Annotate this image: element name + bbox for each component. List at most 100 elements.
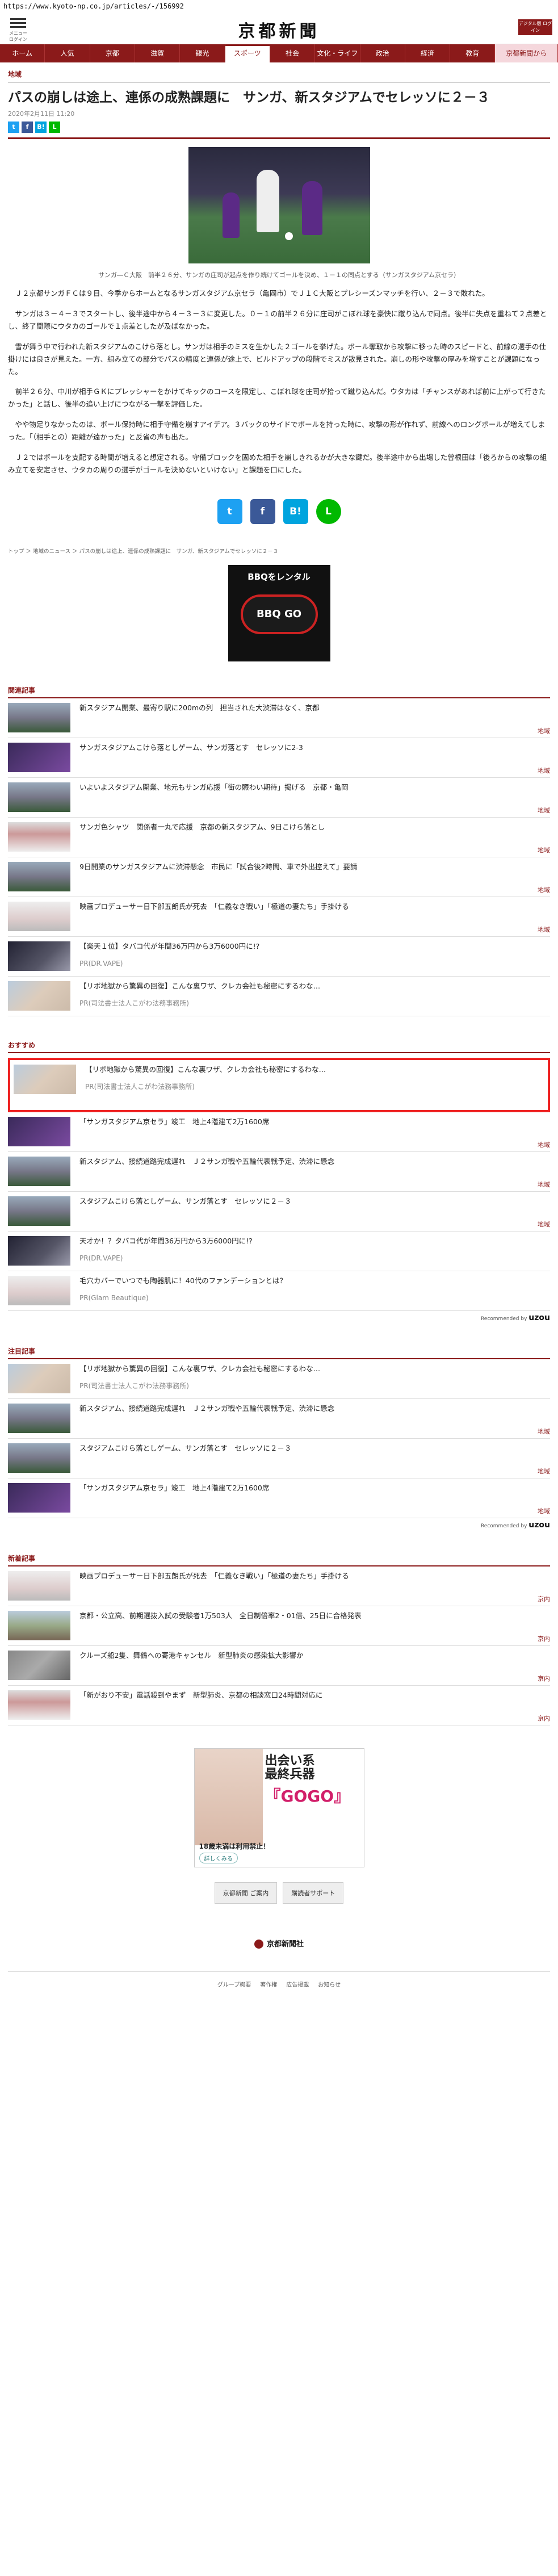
footer-buttons: 京都新聞 ご案内 購読者サポート [8, 1882, 550, 1904]
site-logo[interactable]: 京都新聞 [0, 17, 558, 42]
list-item[interactable]: 京都・公立高、前期選抜入試の受験者1万503人 全日制倍率2・01倍、25日に合… [8, 1606, 550, 1646]
list-item[interactable]: 「サンガスタジアム京セラ」竣工 地上4階建て2万1600席 地域 [8, 1112, 550, 1152]
list-item[interactable]: 【リボ地獄から驚異の回復】こんな裏ワザ、クレカ会社も秘密にするわな… PR(司法書… [8, 1057, 550, 1112]
list-item-text: 9日開業のサンガスタジアムに渋滞懸念 市民に「試合後2時間、車で外出控えて」要請 [70, 862, 550, 892]
category-tag[interactable]: 地域 [538, 1467, 550, 1476]
support-button[interactable]: 購読者サポート [283, 1882, 344, 1904]
facebook-share-icon[interactable]: f [250, 499, 275, 524]
category-tag[interactable]: 地域 [538, 726, 550, 735]
list-item[interactable]: 「サンガスタジアム京セラ」竣工 地上4階建て2万1600席 地域 [8, 1478, 550, 1518]
uzou-logo[interactable]: uzou [528, 1521, 550, 1530]
list-item[interactable]: 天才か！？タバコ代が年間36万円から3万6000円に!? PR(DR.VAPE) [8, 1232, 550, 1271]
list-item-text: 「新がおり不安」電話殺到やまず 新型肺炎、京都の相談窓口24時間対応に [70, 1690, 550, 1720]
pr-label: PR(Glam Beautique) [79, 1294, 149, 1302]
category-tag[interactable]: 京内 [538, 1634, 550, 1643]
nav-item[interactable]: 観光 [180, 44, 225, 62]
list-item-title: 【リボ地獄から驚異の回復】こんな裏ワザ、クレカ会社も秘密にするわな… [79, 1364, 321, 1373]
uzou-logo[interactable]: uzou [528, 1313, 550, 1322]
nav-item[interactable]: 京都新聞から [495, 44, 558, 62]
list-item[interactable]: 映画プロデューサー日下部五朗氏が死去 「仁義なき戦い」「極道の妻たち」手掛ける地… [8, 897, 550, 937]
list-item[interactable]: 新スタジアム、接続道路完成遅れ Ｊ２サンガ戦や五輪代表戦予定、渋滞に懸念 地域 [8, 1152, 550, 1192]
nav-item[interactable]: 政治 [360, 44, 405, 62]
pr-label: PR(司法書士法人こがわ法務事務所) [85, 1083, 195, 1091]
article-thumbnail [8, 901, 70, 931]
list-item[interactable]: 映画プロデューサー日下部五朗氏が死去 「仁義なき戦い」「極道の妻たち」手掛ける京… [8, 1566, 550, 1606]
ad-banner-gogo[interactable]: 出会い系 最終兵器 『GOGO』 18歳未満は利用禁止！ 詳しくみる [194, 1748, 364, 1867]
article-photo[interactable] [188, 147, 370, 264]
category-tag[interactable]: 地域 [538, 1180, 550, 1189]
hatena-share-icon[interactable]: B! [35, 122, 47, 133]
footer-links: グループ概要 著作権 広告掲載 お知らせ [8, 1971, 550, 2005]
list-item-text: 新スタジアム、接続道路完成遅れ Ｊ２サンガ戦や五輪代表戦予定、渋滞に懸念 [70, 1404, 550, 1434]
related-heading: 関連記事 [8, 685, 550, 698]
category-tag[interactable]: 地域 [538, 925, 550, 934]
list-item[interactable]: 「新がおり不安」電話殺到やまず 新型肺炎、京都の相談窓口24時間対応に 京内 [8, 1686, 550, 1725]
list-item-title: いよいよスタジアム開業、地元もサンガ応援「街の賑わい期待」掲げる 京都・亀岡 [79, 782, 349, 791]
category-tag[interactable]: 地域 [538, 1140, 550, 1149]
digital-login-button[interactable]: デジタル版 ログイン [518, 19, 552, 35]
hatena-share-icon[interactable]: B! [283, 499, 308, 524]
category-tag[interactable]: 京内 [538, 1594, 550, 1603]
line-share-icon[interactable]: L [316, 499, 341, 524]
category-tag[interactable]: 地域 [538, 885, 550, 894]
footer-link[interactable]: 広告掲載 [286, 1980, 309, 2005]
list-item[interactable]: 【リボ地獄から驚異の回復】こんな裏ワザ、クレカ会社も秘密にするわな… PR(司法書… [8, 977, 550, 1016]
category-tag[interactable]: 京内 [538, 1714, 550, 1723]
category-tag[interactable]: 地域 [538, 806, 550, 815]
nav-item[interactable]: 経済 [405, 44, 451, 62]
list-item-title: 【リボ地獄から驚異の回復】こんな裏ワザ、クレカ会社も秘密にするわな… [85, 1065, 326, 1074]
twitter-share-icon[interactable]: t [217, 499, 242, 524]
nav-item[interactable]: 京都 [90, 44, 135, 62]
article-thumbnail [8, 861, 70, 891]
nav-item[interactable]: 人気 [45, 44, 90, 62]
list-item-text: 毛穴カバーでいつでも陶器肌に！40代のファンデーションとは？ PR(Glam Be… [70, 1276, 550, 1306]
line-share-icon[interactable]: L [49, 122, 60, 133]
category-tag[interactable]: 京内 [538, 1674, 550, 1683]
ad-detail-button[interactable]: 詳しくみる [199, 1852, 238, 1863]
nav-item[interactable]: 教育 [450, 44, 496, 62]
list-item[interactable]: サンガ色シャツ 関係者一丸で応援 京都の新スタジアム、9日こけら落とし 地域 [8, 818, 550, 857]
footer-link[interactable]: お知らせ [318, 1980, 341, 2005]
ad-title: BBQをレンタル [247, 571, 311, 582]
nav-item[interactable]: 文化・ライフ [315, 44, 360, 62]
list-item-text: 京都・公立高、前期選抜入試の受験者1万503人 全日制倍率2・01倍、25日に合… [70, 1611, 550, 1641]
list-item[interactable]: 【リボ地獄から驚異の回復】こんな裏ワザ、クレカ会社も秘密にするわな… PR(司法書… [8, 1359, 550, 1399]
facebook-share-icon[interactable]: f [22, 122, 33, 133]
list-item[interactable]: 新スタジアム開業、最寄り駅に200mの列 担当された大渋滞はなく、京都 地域 [8, 698, 550, 738]
list-item[interactable]: スタジアムこけら落としゲーム、サンガ落とす セレッソに２－３ 地域 [8, 1192, 550, 1232]
list-item[interactable]: 新スタジアム、接続道路完成遅れ Ｊ２サンガ戦や五輪代表戦予定、渋滞に懸念 地域 [8, 1399, 550, 1439]
nav-item[interactable]: スポーツ [225, 44, 270, 62]
list-item[interactable]: スタジアムこけら落としゲーム、サンガ落とす セレッソに２－３ 地域 [8, 1439, 550, 1478]
category-tag[interactable]: 地域 [538, 766, 550, 775]
article-title: パスの崩しは途上、連係の成熟課題に サンガ、新スタジアムでセレッソに２－３ [8, 90, 490, 105]
twitter-share-icon[interactable]: t [8, 122, 19, 133]
list-item-text: 新スタジアム、接続道路完成遅れ Ｊ２サンガ戦や五輪代表戦予定、渋滞に懸念 [70, 1157, 550, 1187]
nav-item[interactable]: ホーム [0, 44, 45, 62]
category-tag[interactable]: 地域 [538, 1506, 550, 1515]
list-item-text: 【リボ地獄から驚異の回復】こんな裏ワザ、クレカ会社も秘密にするわな… PR(司法書… [70, 981, 550, 1011]
guide-button[interactable]: 京都新聞 ご案内 [214, 1882, 278, 1904]
category-tag[interactable]: 地域 [538, 1427, 550, 1436]
article-thumbnail [8, 1235, 70, 1266]
recommended-by: Recommended by uzou [8, 1521, 550, 1530]
list-item-title: クルーズ船2隻、舞鶴への寄港キャンセル 新型肺炎の感染拡大影響か [79, 1651, 304, 1660]
footer-link[interactable]: 著作権 [260, 1980, 277, 2005]
list-item[interactable]: クルーズ船2隻、舞鶴への寄港キャンセル 新型肺炎の感染拡大影響か京内 [8, 1646, 550, 1686]
ad-banner-bbq[interactable]: BBQをレンタル BBQ GO [228, 564, 330, 661]
breadcrumb[interactable]: トップ ＞ 地域のニュース ＞ パスの崩しは途上、連係の成熟課題に サンガ、新ス… [8, 547, 550, 555]
list-item-title: 9日開業のサンガスタジアムに渋滞懸念 市民に「試合後2時間、車で外出控えて」要請 [79, 862, 358, 871]
category-tag[interactable]: 地域 [538, 1220, 550, 1229]
category-tag[interactable]: 地域 [538, 845, 550, 855]
list-item-text: 【リボ地獄から驚異の回復】こんな裏ワザ、クレカ会社も秘密にするわな… PR(司法書… [76, 1065, 544, 1105]
list-item[interactable]: 【楽天１位】タバコ代が年間36万円から3万6000円に!? PR(DR.VAPE) [8, 937, 550, 977]
footer-logo[interactable]: 京都新聞社 [8, 1938, 550, 1949]
list-item[interactable]: サンガスタジアムこけら落としゲーム、サンガ落とす セレッソに2-3 地域 [8, 738, 550, 778]
nav-item[interactable]: 社会 [270, 44, 316, 62]
nav-item[interactable]: 滋賀 [135, 44, 181, 62]
list-item[interactable]: いよいよスタジアム開業、地元もサンガ応援「街の賑わい期待」掲げる 京都・亀岡地域 [8, 778, 550, 818]
list-item[interactable]: 9日開業のサンガスタジアムに渋滞懸念 市民に「試合後2時間、車で外出控えて」要請… [8, 857, 550, 897]
list-item-title: 京都・公立高、前期選抜入試の受験者1万503人 全日制倍率2・01倍、25日に合… [79, 1611, 362, 1620]
list-item[interactable]: 毛穴カバーでいつでも陶器肌に！40代のファンデーションとは？ PR(Glam Be… [8, 1271, 550, 1311]
footer-link[interactable]: グループ概要 [217, 1980, 251, 2005]
list-item-text: 天才か！？タバコ代が年間36万円から3万6000円に!? PR(DR.VAPE) [70, 1236, 550, 1266]
